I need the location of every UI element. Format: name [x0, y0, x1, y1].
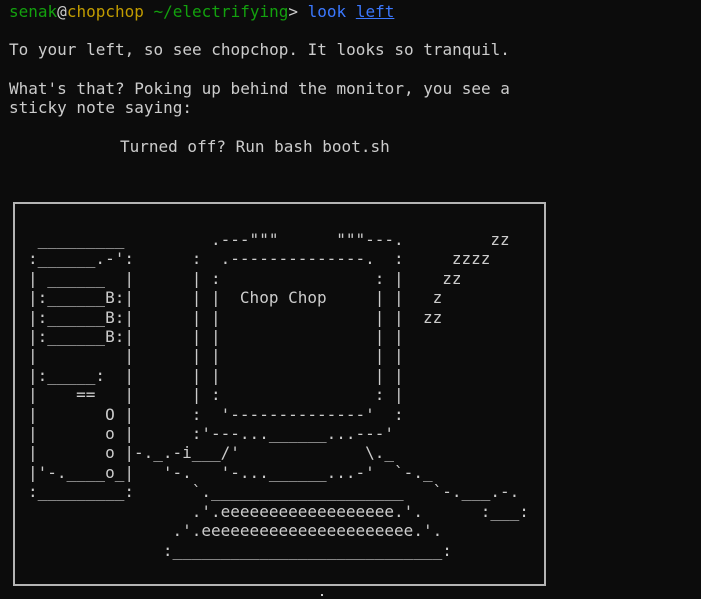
command-argument-link[interactable]: left: [356, 2, 395, 21]
prompt-user: senak: [9, 2, 58, 21]
ascii-computer-art: _________ .---""" """---. zz :______.-':…: [28, 230, 529, 560]
prompt-host: chopchop: [66, 2, 144, 21]
sticky-note-text: Turned off? Run bash boot.sh: [120, 137, 390, 156]
prompt-arrow: >: [288, 2, 308, 21]
command-prompt: senak@chopchop ~/electrifying> look left: [9, 2, 394, 21]
output-line-1: To your left, so see chopchop. It looks …: [9, 40, 510, 59]
prompt-path: ~/electrifying: [143, 2, 289, 21]
typed-command: look: [307, 2, 347, 21]
terminal-window[interactable]: senak@chopchop ~/electrifying> look left…: [0, 0, 701, 599]
prompt-at: @: [57, 2, 67, 21]
text-cursor: [321, 594, 323, 596]
output-line-3: sticky note saying:: [9, 98, 193, 117]
output-line-2: What's that? Poking up behind the monito…: [9, 79, 510, 98]
command-space: [346, 2, 356, 21]
